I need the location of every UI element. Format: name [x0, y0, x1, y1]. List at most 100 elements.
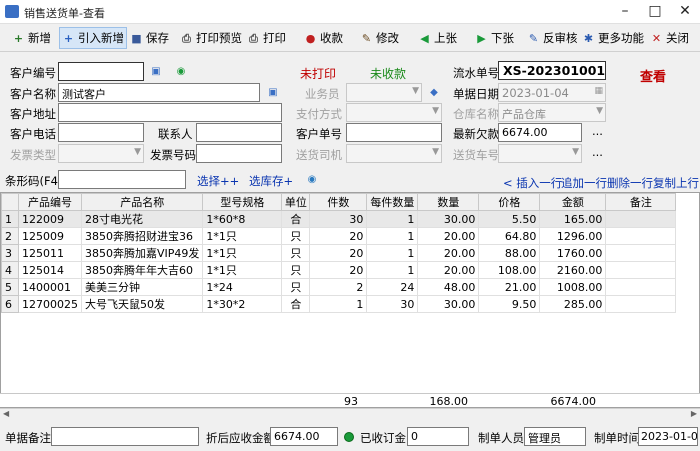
warehouse-select[interactable]: 产品仓库 ▼	[498, 103, 606, 122]
unaudit-button[interactable]: ✎ 反审核	[525, 27, 580, 49]
cell-per[interactable]: 1	[366, 210, 419, 228]
globe-icon[interactable]: ◉	[305, 173, 319, 186]
cell-note[interactable]	[605, 278, 677, 296]
maker-input[interactable]: 管理员	[524, 427, 586, 446]
cell-qty[interactable]: 30.00	[417, 295, 480, 313]
collect-button[interactable]: ● 收款	[302, 27, 345, 49]
modify-button[interactable]: ✎ 修改	[358, 27, 401, 49]
cell-spec[interactable]: 1*30*2	[202, 295, 283, 313]
cell-code[interactable]: 12700025	[18, 295, 82, 313]
cell-amount[interactable]: 1296.00	[539, 227, 607, 245]
table-row[interactable]: 3 125011 3850奔腾加嘉VIP49发 1*1只只 20 1 20.00 88.00 1…	[1, 244, 677, 262]
cell-price[interactable]: 64.80	[478, 227, 541, 245]
new-button[interactable]: + 新增	[10, 27, 53, 49]
eraser-icon[interactable]: ◆	[427, 86, 441, 99]
customer-info-icon[interactable]: ◉	[174, 65, 188, 78]
vehicle-more-button[interactable]: ...	[592, 145, 603, 159]
driver-select[interactable]: ▼	[346, 144, 442, 163]
cell-spec[interactable]: 1*60*8	[202, 210, 283, 228]
cell-unit[interactable]: 合	[281, 295, 311, 313]
invoice-type-select[interactable]: ▼	[58, 144, 144, 163]
barcode-input[interactable]	[58, 170, 186, 189]
col-header[interactable]: 金额	[539, 193, 607, 211]
cell-unit[interactable]: 只	[281, 227, 311, 245]
cell-amount[interactable]: 1008.00	[539, 278, 607, 296]
more-functions-button[interactable]: ✱ 更多功能	[580, 27, 646, 49]
delete-row-link[interactable]: 删除一行	[607, 175, 653, 191]
cell-note[interactable]	[605, 227, 677, 245]
insert-row-link[interactable]: < 插入一行	[503, 175, 562, 191]
col-header[interactable]: 数量	[417, 193, 480, 211]
col-header[interactable]: 产品编号	[18, 193, 82, 211]
cell-pieces[interactable]: 30	[309, 210, 368, 228]
cell-unit[interactable]: 只	[281, 244, 311, 262]
contact-input[interactable]	[196, 123, 282, 142]
row-number[interactable]: 6	[1, 295, 19, 313]
cell-pieces[interactable]: 2	[309, 278, 368, 296]
select-stock-link[interactable]: 选库存+	[249, 173, 293, 189]
cell-spec[interactable]: 1*1只	[202, 227, 283, 245]
cell-pieces[interactable]: 20	[309, 227, 368, 245]
col-header[interactable]: 价格	[478, 193, 541, 211]
cell-qty[interactable]: 20.00	[417, 261, 480, 279]
close-button[interactable]: ✕ 关闭	[648, 27, 691, 49]
col-header[interactable]: 备注	[605, 193, 677, 211]
cell-code[interactable]: 125009	[18, 227, 82, 245]
col-header[interactable]: 型号规格	[202, 193, 283, 211]
col-header[interactable]: 每件数量	[366, 193, 419, 211]
col-header[interactable]: 件数	[309, 193, 368, 211]
table-row[interactable]: 1 122009 28寸电光花 1*60*8 合 30 1 30.00 5.50 165.00	[1, 210, 677, 228]
next-button[interactable]: ▶ 下张	[473, 27, 516, 49]
remark-input[interactable]	[51, 427, 199, 446]
col-header[interactable]: 单位	[281, 193, 311, 211]
maximize-icon[interactable]: □	[640, 0, 670, 22]
cell-note[interactable]	[605, 295, 677, 313]
customer-addr-input[interactable]	[58, 103, 282, 122]
cell-code[interactable]: 125011	[18, 244, 82, 262]
cell-per[interactable]: 24	[366, 278, 419, 296]
print-preview-button[interactable]: ⎙ 打印预览	[178, 27, 244, 49]
customer-name-input[interactable]: 测试客户	[58, 83, 260, 102]
cell-price[interactable]: 9.50	[478, 295, 541, 313]
cell-per[interactable]: 1	[366, 227, 419, 245]
search-icon[interactable]: ▣	[149, 65, 163, 78]
pay-method-select[interactable]: ▼	[346, 103, 442, 122]
cell-per[interactable]: 30	[366, 295, 419, 313]
cell-code[interactable]: 122009	[18, 210, 82, 228]
table-row[interactable]: 4 125014 3850奔腾年年大吉60 1*1只只 20 1 20.00 108.00 21…	[1, 261, 677, 279]
save-button[interactable]: ■ 保存	[128, 27, 171, 49]
table-row[interactable]: 2 125009 3850奔腾招财进宝36 1*1只只 20 1 20.00 64.80 129…	[1, 227, 677, 245]
copy-row-link[interactable]: 复制上行	[653, 175, 699, 191]
cell-name[interactable]: 3850奔腾招财进宝36	[80, 227, 204, 245]
lookup-icon[interactable]: ▣	[266, 86, 280, 99]
horizontal-scrollbar[interactable]: ◀ ▶	[0, 408, 700, 421]
cell-price[interactable]: 108.00	[478, 261, 541, 279]
cell-name[interactable]: 3850奔腾加嘉VIP49发	[80, 244, 204, 262]
cell-amount[interactable]: 2160.00	[539, 261, 607, 279]
customer-no-input[interactable]	[58, 62, 144, 81]
vehicle-select[interactable]: ▼	[498, 144, 582, 163]
cell-name[interactable]: 大号飞天鼠50发	[80, 295, 204, 313]
cell-spec[interactable]: 1*1只	[202, 244, 283, 262]
prev-button[interactable]: ◀ 上张	[416, 27, 459, 49]
debt-more-button[interactable]: ...	[592, 124, 603, 138]
debt-input[interactable]: 6674.00	[498, 123, 582, 142]
cell-price[interactable]: 5.50	[478, 210, 541, 228]
row-number[interactable]: 5	[1, 278, 19, 296]
minimize-icon[interactable]: –	[610, 0, 640, 22]
scroll-right-icon[interactable]: ▶	[691, 409, 697, 418]
cell-amount[interactable]: 1760.00	[539, 244, 607, 262]
cell-unit[interactable]: 合	[281, 210, 311, 228]
cell-name[interactable]: 28寸电光花	[80, 210, 204, 228]
customer-order-input[interactable]	[346, 123, 442, 142]
serial-input[interactable]: XS-202301001	[498, 61, 606, 80]
cell-unit[interactable]: 只	[281, 261, 311, 279]
table-row[interactable]: 5 1400001 美美三分钟 1*24 只 2 24 48.00 21.00 1008.00	[1, 278, 677, 296]
cell-price[interactable]: 88.00	[478, 244, 541, 262]
cell-code[interactable]: 125014	[18, 261, 82, 279]
cell-pieces[interactable]: 20	[309, 261, 368, 279]
invoice-no-input[interactable]	[196, 144, 282, 163]
cell-name[interactable]: 美美三分钟	[80, 278, 204, 296]
append-row-link[interactable]: 追加一行	[561, 175, 607, 191]
table-row[interactable]: 6 12700025 大号飞天鼠50发 1*30*2 合 1 30 30.00 9.50 285.…	[1, 295, 677, 313]
